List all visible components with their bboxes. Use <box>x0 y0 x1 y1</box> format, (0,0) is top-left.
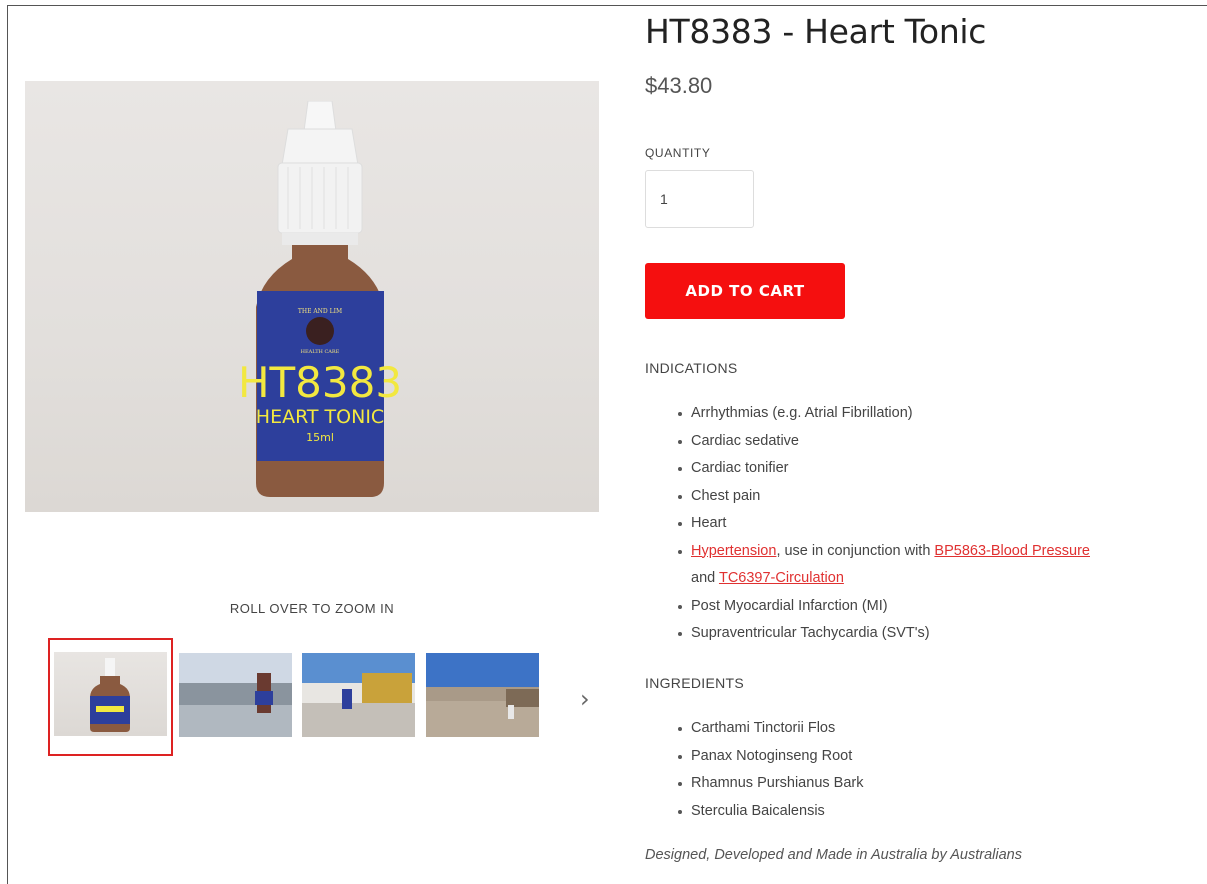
list-item: Sterculia Baicalensis <box>677 798 863 826</box>
list-item: Cardiac tonifier <box>678 455 1090 483</box>
list-item: Chest pain <box>678 483 1090 511</box>
product-title: HT8383 - Heart Tonic <box>645 12 987 51</box>
indications-heading: INDICATIONS <box>645 360 738 376</box>
bottle-volume: 15ml <box>306 431 334 444</box>
bottle-brand-bottom: HEALTH CARE <box>301 349 340 355</box>
footer-note: Designed, Developed and Made in Australi… <box>645 847 1022 863</box>
thumbnail-1-image <box>54 652 167 736</box>
list-item: Arrhythmias (e.g. Atrial Fibrillation) <box>678 400 1090 428</box>
list-item: Cardiac sedative <box>678 428 1090 456</box>
list-item: Rhamnus Purshianus Bark <box>677 770 863 798</box>
ingredients-list: Carthami Tinctorii Flos Panax Notoginsen… <box>677 715 863 826</box>
thumbnail-3[interactable] <box>302 653 415 737</box>
indications-list: Arrhythmias (e.g. Atrial Fibrillation) C… <box>678 400 1090 648</box>
hypertension-link[interactable]: Hypertension <box>691 543 776 559</box>
thumbnail-4[interactable] <box>426 653 539 737</box>
conjunction-text: , use in conjunction with <box>776 542 935 559</box>
bottle-illustration: THE AND LIM HEALTH CARE HT8383 HEART TON… <box>238 101 402 497</box>
zoom-hint: ROLL OVER TO ZOOM IN <box>229 601 395 616</box>
add-to-cart-button[interactable]: ADD TO CART <box>645 263 845 319</box>
bottle-brand-top: THE AND LIM <box>298 308 342 315</box>
thumbnail-2[interactable] <box>179 653 292 737</box>
list-item: Post Myocardial Infarction (MI) <box>678 593 1090 621</box>
tc6397-link[interactable]: TC6397-Circulation <box>719 570 844 586</box>
quantity-input[interactable] <box>645 170 754 228</box>
list-item: Heart <box>678 510 1090 538</box>
list-item: Supraventricular Tachycardia (SVT's) <box>678 620 1090 648</box>
main-product-image[interactable]: THE AND LIM HEALTH CARE HT8383 HEART TON… <box>25 81 599 512</box>
quantity-label: QUANTITY <box>645 146 711 160</box>
bp5863-link[interactable]: BP5863-Blood Pressure <box>934 543 1090 559</box>
ingredients-heading: INGREDIENTS <box>645 675 744 691</box>
chevron-right-icon[interactable]: › <box>580 685 600 713</box>
product-price: $43.80 <box>645 73 713 98</box>
bottle-code: HT8383 <box>238 358 402 407</box>
list-item: Carthami Tinctorii Flos <box>677 715 863 743</box>
list-item-hypertension: Hypertension, use in conjunction with BP… <box>678 538 1090 593</box>
list-item: Panax Notoginseng Root <box>677 743 863 771</box>
and-text: and <box>691 570 719 586</box>
bottle-name: HEART TONIC <box>256 406 384 428</box>
thumbnail-1-selected[interactable] <box>48 638 173 756</box>
